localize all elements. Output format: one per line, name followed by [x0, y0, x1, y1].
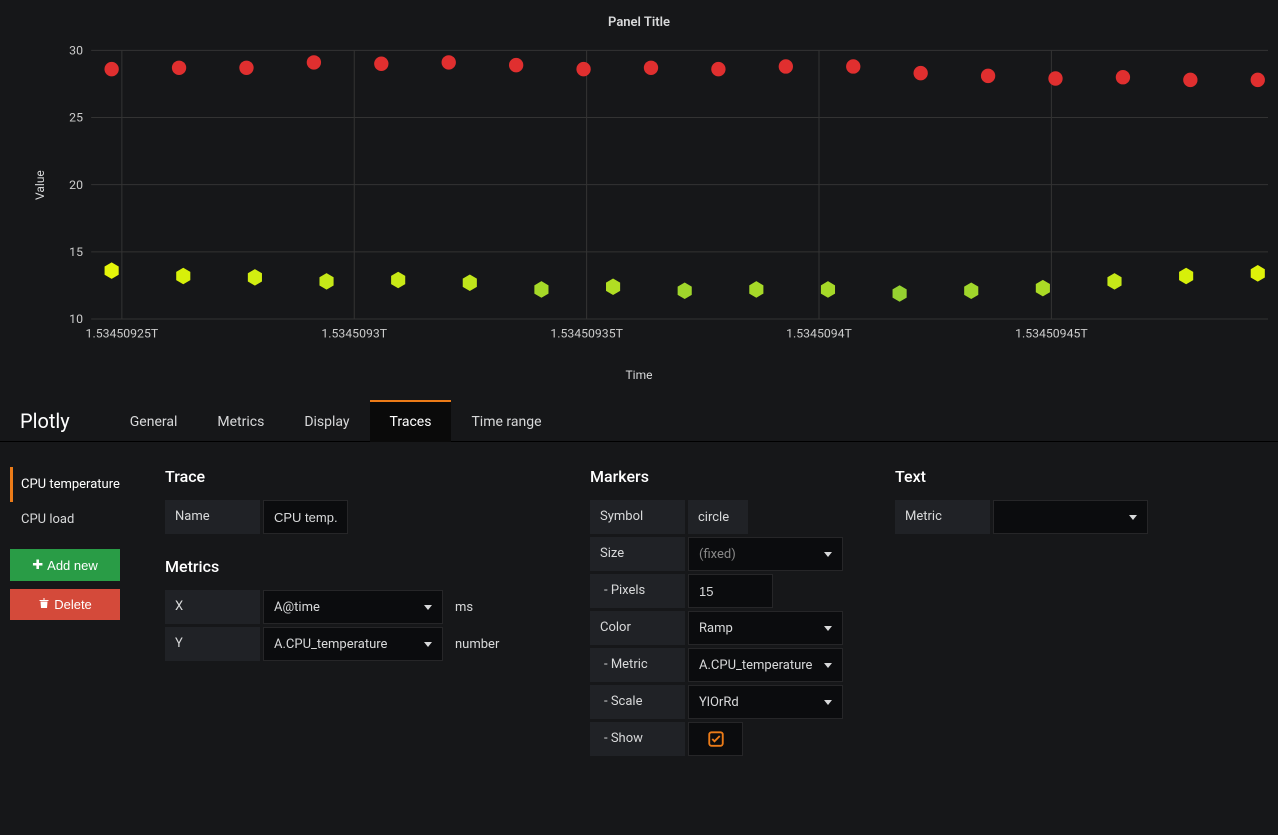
trace-list: CPU temperature CPU load ✚ Add new Delet…: [10, 467, 140, 759]
y-label: Y: [165, 627, 260, 661]
x-metric-select[interactable]: A@time: [263, 590, 443, 624]
trace-section-title: Trace: [165, 467, 565, 486]
show-checkbox[interactable]: [688, 722, 743, 756]
chevron-down-icon: [824, 552, 832, 557]
color-metric-label: - Metric: [590, 648, 685, 682]
metrics-section-title: Metrics: [165, 557, 565, 576]
panel-type-name: Plotly: [20, 409, 70, 433]
tab-time-range[interactable]: Time range: [451, 400, 561, 442]
trace-name-input[interactable]: [263, 500, 348, 534]
text-section-title: Text: [895, 467, 1175, 486]
x-unit: ms: [455, 600, 473, 615]
symbol-value[interactable]: circle: [688, 500, 748, 534]
size-label: Size: [590, 537, 685, 571]
markers-section-title: Markers: [590, 467, 870, 486]
scale-select[interactable]: YlOrRd: [688, 685, 843, 719]
trace-item-cpu-load[interactable]: CPU load: [10, 502, 140, 537]
symbol-label: Symbol: [590, 500, 685, 534]
text-metric-select[interactable]: [993, 500, 1148, 534]
svg-text:10: 10: [69, 313, 83, 327]
chart-title: Panel Title: [0, 15, 1278, 30]
svg-text:1.53450935T: 1.53450935T: [550, 328, 623, 342]
x-label: X: [165, 590, 260, 624]
svg-text:1.53450925T: 1.53450925T: [86, 328, 159, 342]
trace-settings: Trace Name Metrics X A@time ms Y A.CPU_t…: [165, 467, 565, 759]
trash-icon: [38, 597, 50, 612]
text-settings: Text Metric: [895, 467, 1175, 759]
text-metric-label: Metric: [895, 500, 990, 534]
chevron-down-icon: [824, 700, 832, 705]
trace-item-cpu-temperature[interactable]: CPU temperature: [10, 467, 140, 502]
y-unit: number: [455, 637, 499, 652]
chart-plot-area[interactable]: 10 15 20 25 30 1.53450925T 1.5345093T 1.5345093…: [40, 40, 1268, 350]
svg-text:25: 25: [69, 112, 83, 126]
color-metric-select[interactable]: A.CPU_temperature: [688, 648, 843, 682]
config-tabs: Plotly General Metrics Display Traces Ti…: [0, 400, 1278, 442]
add-new-button[interactable]: ✚ Add new: [10, 549, 120, 581]
name-label: Name: [165, 500, 260, 534]
tab-general[interactable]: General: [110, 400, 198, 442]
tab-traces[interactable]: Traces: [370, 400, 452, 442]
svg-text:1.5345094T: 1.5345094T: [786, 328, 852, 342]
color-select[interactable]: Ramp: [688, 611, 843, 645]
chevron-down-icon: [424, 605, 432, 610]
chevron-down-icon: [424, 642, 432, 647]
check-icon: [707, 730, 725, 748]
svg-text:30: 30: [69, 44, 83, 58]
plus-icon: ✚: [32, 557, 43, 573]
show-label: - Show: [590, 722, 685, 756]
traces-config: CPU temperature CPU load ✚ Add new Delet…: [0, 442, 1278, 784]
chevron-down-icon: [824, 626, 832, 631]
chart-panel: Panel Title Value 10152025301.53450925T1…: [0, 0, 1278, 400]
pixels-input[interactable]: [688, 574, 773, 608]
markers-settings: Markers Symbol circle Size (fixed) - Pix…: [590, 467, 870, 759]
tab-display[interactable]: Display: [284, 400, 369, 442]
size-select[interactable]: (fixed): [688, 537, 843, 571]
svg-text:15: 15: [69, 246, 83, 260]
svg-text:1.5345093T: 1.5345093T: [321, 328, 387, 342]
chevron-down-icon: [824, 663, 832, 668]
x-axis-label: Time: [0, 368, 1278, 382]
scale-label: - Scale: [590, 685, 685, 719]
svg-text:1.53450945T: 1.53450945T: [1015, 328, 1088, 342]
color-label: Color: [590, 611, 685, 645]
delete-button[interactable]: Delete: [10, 589, 120, 620]
pixels-label: - Pixels: [590, 574, 685, 608]
tab-metrics[interactable]: Metrics: [197, 400, 284, 442]
chevron-down-icon: [1129, 515, 1137, 520]
y-metric-select[interactable]: A.CPU_temperature: [263, 627, 443, 661]
svg-text:20: 20: [69, 179, 83, 193]
